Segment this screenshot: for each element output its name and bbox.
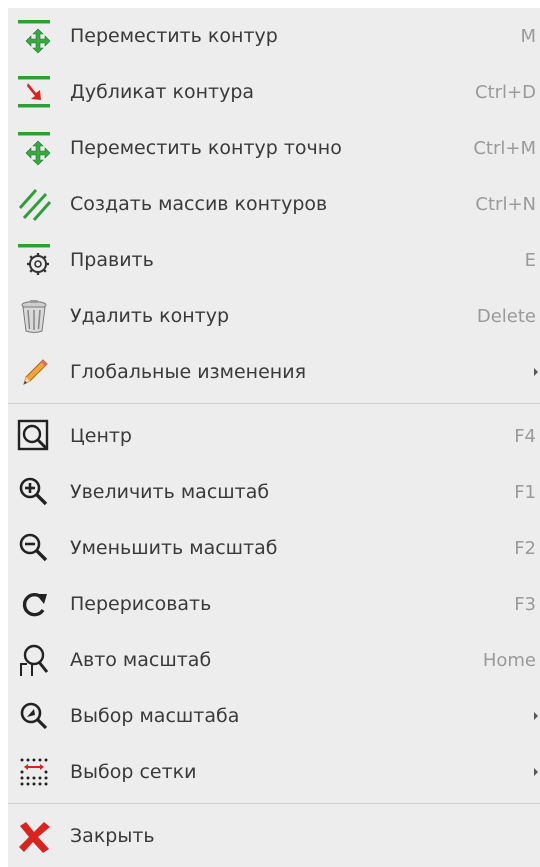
menu-item-grid-select[interactable]: Выбор сетки [8, 744, 540, 800]
menu-item-shortcut: Ctrl+N [475, 193, 536, 215]
menu-item-edit[interactable]: Править E [8, 232, 540, 288]
close-icon [16, 818, 52, 854]
menu-item-label: Править [70, 249, 154, 271]
redraw-icon [16, 586, 52, 622]
menu-item-label: Выбор масштаба [70, 705, 240, 727]
menu-item-label: Авто масштаб [70, 649, 212, 671]
edit-gear-icon [16, 242, 52, 278]
center-icon [16, 418, 52, 454]
menu-item-zoom-in[interactable]: Увеличить масштаб F1 [8, 464, 540, 520]
menu-item-label: Уменьшить масштаб [70, 537, 278, 559]
menu-item-shortcut: Delete [476, 305, 536, 327]
menu-item-move-contour[interactable]: Переместить контур M [8, 8, 540, 64]
menu-item-shortcut: M [520, 25, 536, 47]
move-contour-icon [16, 18, 52, 54]
menu-item-label: Переместить контур [70, 25, 278, 47]
menu-item-auto-zoom[interactable]: Авто масштаб Home [8, 632, 540, 688]
menu-item-global-changes[interactable]: Глобальные изменения [8, 344, 540, 400]
menu-item-duplicate-contour[interactable]: Дубликат контура Ctrl+D [8, 64, 540, 120]
menu-item-label: Дубликат контура [70, 81, 255, 103]
menu-item-shortcut: Ctrl+D [475, 81, 536, 103]
grid-select-icon [16, 754, 52, 790]
zoom-in-icon [16, 474, 52, 510]
array-contours-icon [16, 186, 52, 222]
menu-item-zoom-out[interactable]: Уменьшить масштаб F2 [8, 520, 540, 576]
trash-icon [16, 298, 52, 334]
menu-item-move-contour-exact[interactable]: Переместить контур точно Ctrl+M [8, 120, 540, 176]
menu-item-label: Увеличить масштаб [70, 481, 270, 503]
menu-item-shortcut: E [524, 249, 536, 271]
menu-item-shortcut: Ctrl+M [473, 137, 536, 159]
menu-item-label: Переместить контур точно [70, 137, 342, 159]
menu-item-redraw[interactable]: Перерисовать F3 [8, 576, 540, 632]
pencil-icon [16, 354, 52, 390]
menu-item-shortcut: F3 [514, 593, 536, 615]
zoom-out-icon [16, 530, 52, 566]
menu-item-label: Перерисовать [70, 593, 212, 615]
menu-item-shortcut: F4 [514, 425, 536, 447]
submenu-arrow-icon [534, 768, 538, 776]
zoom-select-icon [16, 698, 52, 734]
menu-item-label: Выбор сетки [70, 761, 197, 783]
menu-item-close[interactable]: Закрыть [8, 808, 540, 864]
menu-item-shortcut: Home [482, 649, 536, 671]
menu-item-label: Удалить контур [70, 305, 230, 327]
menu-item-label: Закрыть [70, 825, 155, 847]
menu-item-zoom-select[interactable]: Выбор масштаба [8, 688, 540, 744]
menu-separator [8, 803, 540, 804]
duplicate-contour-icon [16, 74, 52, 110]
menu-item-create-array[interactable]: Создать массив контуров Ctrl+N [8, 176, 540, 232]
context-menu: Переместить контур M Дубликат контура Ct… [8, 8, 540, 867]
menu-item-label: Глобальные изменения [70, 361, 306, 383]
auto-zoom-icon [16, 642, 52, 678]
menu-item-label: Создать массив контуров [70, 193, 328, 215]
submenu-arrow-icon [534, 368, 538, 376]
menu-item-shortcut: F1 [514, 481, 536, 503]
menu-item-center[interactable]: Центр F4 [8, 408, 540, 464]
menu-item-label: Центр [70, 425, 132, 447]
menu-item-delete-contour[interactable]: Удалить контур Delete [8, 288, 540, 344]
submenu-arrow-icon [534, 712, 538, 720]
menu-separator [8, 403, 540, 404]
move-exact-icon [16, 130, 52, 166]
menu-item-shortcut: F2 [514, 537, 536, 559]
